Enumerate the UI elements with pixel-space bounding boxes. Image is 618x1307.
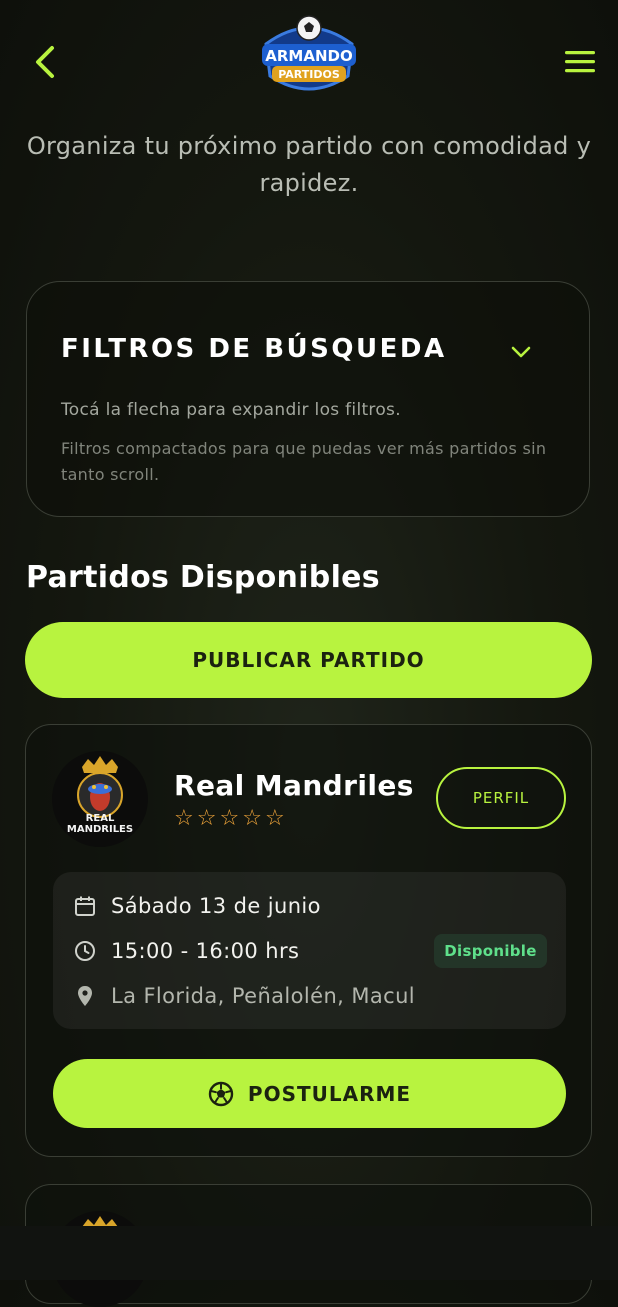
- star-outline-icon: ☆: [264, 806, 285, 831]
- back-button[interactable]: [30, 42, 62, 82]
- svg-text:MANDRILES: MANDRILES: [67, 824, 133, 835]
- team-avatar[interactable]: REAL MANDRILES: [52, 751, 148, 847]
- team-name: Real Mandriles: [174, 769, 414, 802]
- star-outline-icon: ☆: [196, 806, 217, 831]
- page-tagline: Organiza tu próximo partido con comodida…: [26, 132, 592, 197]
- apply-button[interactable]: POSTULARME: [53, 1059, 566, 1128]
- bottom-safe-area: [0, 1226, 618, 1280]
- search-filters-panel: FILTROS DE BÚSQUEDA Tocá la flecha para …: [26, 281, 590, 517]
- apply-button-label: POSTULARME: [247, 1081, 412, 1106]
- filters-title: FILTROS DE BÚSQUEDA: [61, 334, 447, 364]
- match-location-row: La Florida, Peñalolén, Macul: [73, 984, 415, 1008]
- match-date: Sábado 13 de junio: [111, 894, 321, 918]
- app-logo: ARMANDO PARTIDOS: [256, 14, 362, 98]
- app-header: ARMANDO PARTIDOS: [0, 0, 618, 120]
- match-time-row: 15:00 - 16:00 hrs: [73, 939, 299, 963]
- publish-match-button[interactable]: PUBLICAR PARTIDO: [25, 622, 592, 698]
- chevron-down-icon: [511, 346, 531, 358]
- section-title: Partidos Disponibles: [26, 560, 380, 595]
- star-outline-icon: ☆: [219, 806, 240, 831]
- profile-button[interactable]: PERFIL: [436, 767, 566, 829]
- calendar-icon: [75, 896, 95, 916]
- status-badge: Disponible: [434, 934, 547, 968]
- match-location: La Florida, Peñalolén, Macul: [111, 984, 416, 1008]
- filters-note: Filtros compactados para que puedas ver …: [61, 439, 547, 484]
- star-outline-icon: ☆: [174, 806, 194, 831]
- clock-icon: [75, 941, 95, 961]
- team-rating: ☆ ☆ ☆ ☆ ☆: [174, 807, 285, 831]
- match-time: 15:00 - 16:00 hrs: [111, 939, 300, 963]
- chevron-left-icon: [36, 46, 54, 78]
- location-pin-icon: [78, 986, 92, 1006]
- hamburger-menu-icon: [565, 51, 595, 73]
- match-details: Sábado 13 de junio 15:00 - 16:00 hrs La …: [53, 872, 566, 1029]
- filters-expand-button[interactable]: [507, 340, 535, 364]
- match-card: REAL MANDRILES Real Mandriles ☆ ☆ ☆ ☆ ☆ …: [25, 724, 592, 1157]
- soccer-ball-icon: [208, 1081, 234, 1106]
- match-date-row: Sábado 13 de junio: [73, 894, 321, 918]
- star-outline-icon: ☆: [242, 806, 262, 831]
- menu-button[interactable]: [564, 49, 596, 75]
- svg-text:ARMANDO: ARMANDO: [265, 47, 352, 65]
- svg-text:PARTIDOS: PARTIDOS: [278, 68, 340, 81]
- filters-hint: Tocá la flecha para expandir los filtros…: [61, 400, 401, 420]
- svg-text:REAL: REAL: [86, 813, 115, 824]
